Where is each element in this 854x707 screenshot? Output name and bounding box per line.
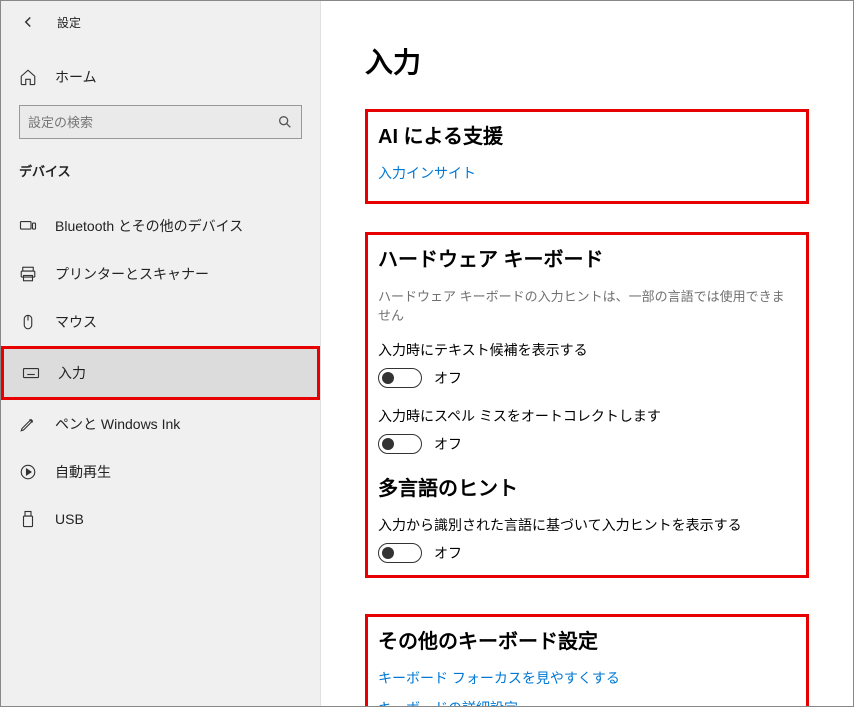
search-icon (277, 114, 293, 130)
search-box[interactable] (19, 105, 302, 139)
toggle-suggestions[interactable] (378, 368, 422, 388)
devices-icon (19, 217, 37, 235)
sidebar-item-label: マウス (55, 312, 97, 332)
toggle-row-suggestions: オフ (378, 368, 796, 388)
setting-label-autocorrect: 入力時にスペル ミスをオートコレクトします (378, 406, 796, 426)
autoplay-icon (19, 463, 37, 481)
toggle-state: オフ (434, 434, 462, 454)
section-ai: AI による支援 入力インサイト (365, 109, 809, 204)
toggle-multilingual[interactable] (378, 543, 422, 563)
mouse-icon (19, 313, 37, 331)
toggle-knob (382, 438, 394, 450)
sidebar-item-printers[interactable]: プリンターとスキャナー (1, 250, 320, 298)
toggle-row-autocorrect: オフ (378, 434, 796, 454)
usb-icon (19, 510, 37, 528)
sidebar-item-label: ペンと Windows Ink (55, 414, 180, 434)
settings-window: 設定 ホーム デバイス Bluetooth とその他のデバイス プリンターとスキ… (0, 0, 854, 707)
back-icon[interactable] (19, 13, 37, 31)
page-title: 入力 (365, 41, 809, 81)
link-keyboard-focus[interactable]: キーボード フォーカスを見やすくする (378, 668, 796, 688)
sidebar-item-usb[interactable]: USB (1, 496, 320, 542)
sidebar-item-typing[interactable]: 入力 (1, 346, 320, 400)
nav-list: Bluetooth とその他のデバイス プリンターとスキャナー マウス 入力 ペ… (1, 202, 320, 554)
sidebar-item-label: Bluetooth とその他のデバイス (55, 216, 243, 236)
search-input[interactable] (28, 115, 277, 130)
toggle-autocorrect[interactable] (378, 434, 422, 454)
home-button[interactable]: ホーム (1, 59, 320, 105)
home-label: ホーム (55, 67, 97, 87)
printer-icon (19, 265, 37, 283)
section-title-multilingual: 多言語のヒント (378, 472, 796, 501)
sidebar-item-pen[interactable]: ペンと Windows Ink (1, 400, 320, 448)
sidebar-item-autoplay[interactable]: 自動再生 (1, 448, 320, 496)
sidebar: 設定 ホーム デバイス Bluetooth とその他のデバイス プリンターとスキ… (1, 1, 321, 706)
sidebar-item-mouse[interactable]: マウス (1, 298, 320, 346)
main-content: 入力 AI による支援 入力インサイト ハードウェア キーボード ハードウェア … (321, 1, 853, 706)
section-other-keyboard: その他のキーボード設定 キーボード フォーカスを見やすくする キーボードの詳細設… (365, 614, 809, 706)
toggle-knob (382, 372, 394, 384)
link-input-insights[interactable]: 入力インサイト (378, 163, 796, 183)
sidebar-item-bluetooth[interactable]: Bluetooth とその他のデバイス (1, 202, 320, 250)
sidebar-item-label: 自動再生 (55, 462, 111, 482)
sidebar-item-label: プリンターとスキャナー (55, 264, 209, 284)
setting-label-suggestions: 入力時にテキスト候補を表示する (378, 340, 796, 360)
pen-icon (19, 415, 37, 433)
section-hardware-keyboard: ハードウェア キーボード ハードウェア キーボードの入力ヒントは、一部の言語では… (365, 232, 809, 578)
toggle-knob (382, 547, 394, 559)
link-keyboard-advanced[interactable]: キーボードの詳細設定 (378, 698, 796, 706)
toggle-row-multilingual: オフ (378, 543, 796, 563)
home-icon (19, 68, 37, 86)
sidebar-item-label: USB (55, 511, 84, 527)
setting-label-multilingual: 入力から識別された言語に基づいて入力ヒントを表示する (378, 515, 796, 535)
group-title: デバイス (1, 161, 320, 202)
sidebar-item-label: 入力 (58, 363, 86, 383)
section-title-hw: ハードウェア キーボード (378, 243, 796, 272)
section-title-other: その他のキーボード設定 (378, 625, 796, 654)
hw-desc: ハードウェア キーボードの入力ヒントは、一部の言語では使用できません (378, 286, 796, 324)
toggle-state: オフ (434, 368, 462, 388)
titlebar: 設定 (1, 13, 320, 59)
section-title-ai: AI による支援 (378, 120, 796, 149)
keyboard-icon (22, 364, 40, 382)
app-title: 設定 (57, 14, 81, 31)
toggle-state: オフ (434, 543, 462, 563)
